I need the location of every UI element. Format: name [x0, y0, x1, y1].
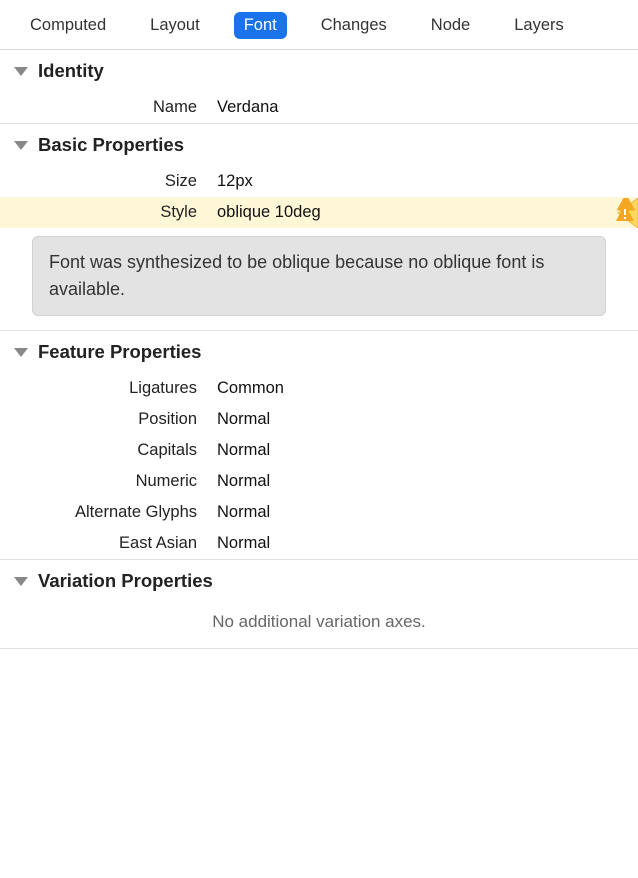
- tab-layout[interactable]: Layout: [140, 12, 210, 39]
- value-size: 12px: [207, 172, 638, 191]
- section-title-feature: Feature Properties: [38, 341, 201, 363]
- chevron-down-icon: [14, 348, 28, 357]
- section-header-variation[interactable]: Variation Properties: [0, 560, 638, 602]
- chevron-down-icon: [14, 141, 28, 150]
- value-name: Verdana: [207, 98, 638, 117]
- value-capitals: Normal: [207, 441, 638, 460]
- section-header-basic[interactable]: Basic Properties: [0, 124, 638, 166]
- row-style: Style oblique 10deg: [0, 197, 638, 228]
- label-style: Style: [0, 203, 207, 222]
- value-numeric: Normal: [207, 472, 638, 491]
- label-size: Size: [0, 172, 207, 191]
- section-title-identity: Identity: [38, 60, 104, 82]
- row-eastasian: East Asian Normal: [0, 528, 638, 559]
- tab-layers[interactable]: Layers: [504, 12, 574, 39]
- section-header-feature[interactable]: Feature Properties: [0, 331, 638, 373]
- row-ligatures: Ligatures Common: [0, 373, 638, 404]
- section-title-variation: Variation Properties: [38, 570, 213, 592]
- tab-font[interactable]: Font: [234, 12, 287, 39]
- label-numeric: Numeric: [0, 472, 207, 491]
- row-alternate: Alternate Glyphs Normal: [0, 497, 638, 528]
- label-eastasian: East Asian: [0, 534, 207, 553]
- row-numeric: Numeric Normal: [0, 466, 638, 497]
- warning-tooltip: Font was synthesized to be oblique becau…: [32, 236, 606, 316]
- value-ligatures: Common: [207, 379, 638, 398]
- warning-icon[interactable]: [610, 198, 638, 228]
- row-position: Position Normal: [0, 404, 638, 435]
- chevron-down-icon: [14, 577, 28, 586]
- chevron-down-icon: [14, 67, 28, 76]
- tab-bar: Computed Layout Font Changes Node Layers: [0, 0, 638, 50]
- row-size: Size 12px: [0, 166, 638, 197]
- label-alternate: Alternate Glyphs: [0, 503, 207, 522]
- label-ligatures: Ligatures: [0, 379, 207, 398]
- section-variation: Variation Properties No additional varia…: [0, 560, 638, 649]
- tab-node[interactable]: Node: [421, 12, 480, 39]
- value-alternate: Normal: [207, 503, 638, 522]
- section-identity: Identity Name Verdana: [0, 50, 638, 124]
- section-feature: Feature Properties Ligatures Common Posi…: [0, 331, 638, 560]
- row-name: Name Verdana: [0, 92, 638, 123]
- section-basic: Basic Properties Size 12px Style oblique…: [0, 124, 638, 331]
- section-header-identity[interactable]: Identity: [0, 50, 638, 92]
- value-eastasian: Normal: [207, 534, 638, 553]
- tab-computed[interactable]: Computed: [20, 12, 116, 39]
- variation-empty-message: No additional variation axes.: [0, 602, 638, 648]
- label-position: Position: [0, 410, 207, 429]
- label-name: Name: [0, 98, 207, 117]
- row-capitals: Capitals Normal: [0, 435, 638, 466]
- tab-changes[interactable]: Changes: [311, 12, 397, 39]
- label-capitals: Capitals: [0, 441, 207, 460]
- value-position: Normal: [207, 410, 638, 429]
- section-title-basic: Basic Properties: [38, 134, 184, 156]
- value-style: oblique 10deg: [207, 203, 638, 222]
